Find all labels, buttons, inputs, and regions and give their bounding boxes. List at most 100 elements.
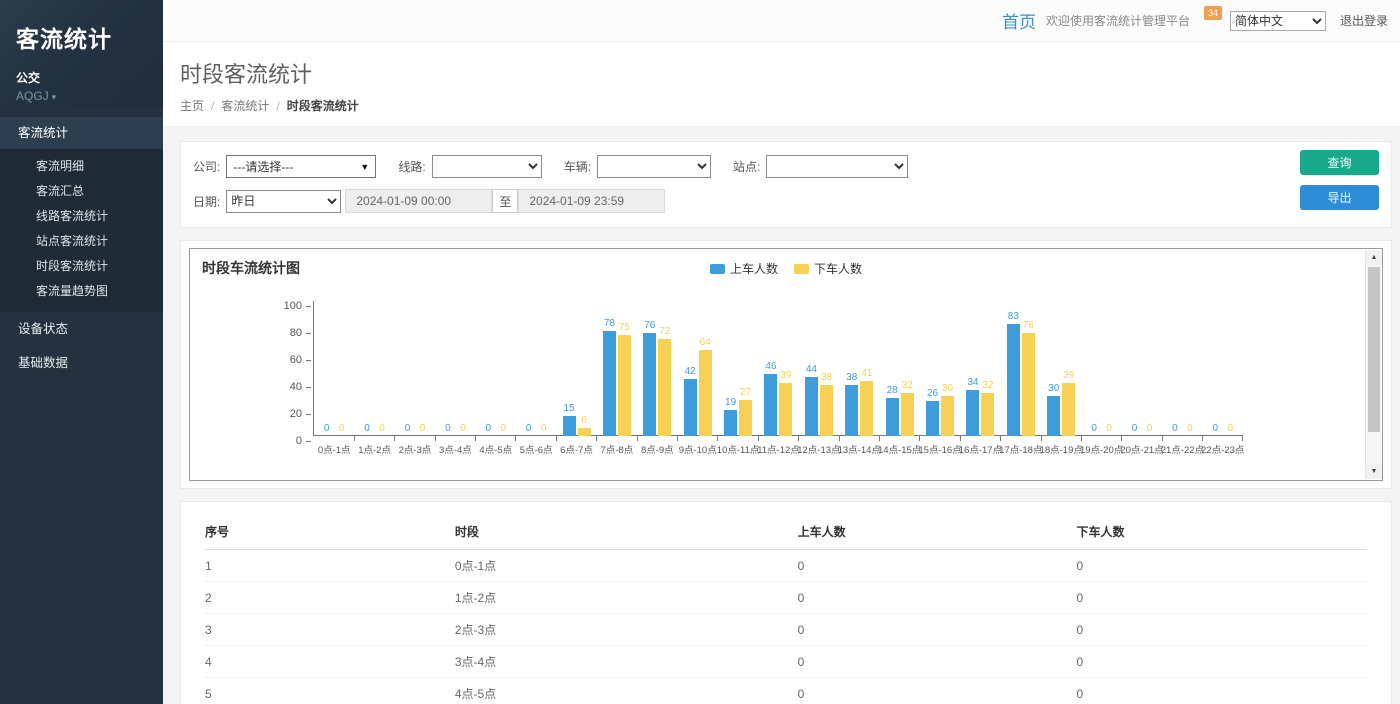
sidebar-item[interactable]: 基础数据: [0, 346, 163, 380]
bar-column: 32: [901, 381, 914, 436]
bar[interactable]: [1007, 324, 1020, 436]
line-select[interactable]: [432, 155, 542, 178]
company-select-value: ---请选择---: [233, 158, 293, 175]
x-axis-label: 9点-10点: [679, 442, 717, 456]
date-start-input[interactable]: [345, 189, 492, 213]
bar[interactable]: [966, 390, 979, 436]
bar-column: 0: [482, 424, 495, 436]
table-row[interactable]: 43点-4点00: [205, 646, 1367, 678]
bar[interactable]: [805, 377, 818, 436]
sidebar-subitem[interactable]: 时段客流统计: [0, 254, 163, 279]
bar[interactable]: [1022, 333, 1035, 436]
bar[interactable]: [886, 398, 899, 436]
sidebar-submenu: 客流明细客流汇总线路客流统计站点客流统计时段客流统计客流量趋势图: [0, 149, 163, 312]
table-cell: 1点-2点: [455, 582, 798, 614]
bar[interactable]: [724, 410, 737, 436]
bar[interactable]: [901, 393, 914, 436]
bar-column: 0: [416, 424, 429, 436]
logout-link[interactable]: 退出登录: [1340, 12, 1388, 29]
scroll-up-icon[interactable]: ▲: [1366, 250, 1382, 265]
bar-column: 38: [820, 373, 833, 436]
bar[interactable]: [658, 339, 671, 436]
language-select[interactable]: 简体中文: [1230, 11, 1326, 31]
table-row[interactable]: 10点-1点00: [205, 550, 1367, 582]
sidebar-menu: 客流统计 客流明细客流汇总线路客流统计站点客流统计时段客流统计客流量趋势图 设备…: [0, 117, 163, 380]
org-code-dropdown[interactable]: AQGJ▾: [16, 89, 147, 103]
bar[interactable]: [941, 396, 954, 437]
date-end-input[interactable]: [518, 189, 665, 213]
legend-item[interactable]: 下车人数: [794, 260, 862, 277]
bar[interactable]: [578, 428, 591, 436]
bar-value-label: 42: [685, 367, 696, 377]
title-block: 时段客流统计 主页/客流统计/时段客流统计: [163, 42, 1400, 127]
x-axis-label: 4点-5点: [479, 442, 512, 456]
bar[interactable]: [684, 379, 697, 436]
home-link[interactable]: 首页: [1002, 8, 1036, 33]
station-select[interactable]: [766, 155, 908, 178]
bar[interactable]: [603, 331, 616, 436]
table-cell: 1: [205, 550, 455, 582]
x-axis-label: 21点-22点: [1161, 442, 1204, 456]
sidebar-section-passenger-stats[interactable]: 客流统计: [0, 117, 163, 149]
sidebar-item[interactable]: 设备状态: [0, 312, 163, 346]
x-axis-label: 12点-13点: [797, 442, 840, 456]
sidebar-subitem[interactable]: 客流量趋势图: [0, 279, 163, 304]
breadcrumb-item[interactable]: 客流统计: [221, 99, 269, 113]
x-axis-label: 15点-16点: [918, 442, 961, 456]
table-header-cell: 下车人数: [1076, 514, 1367, 550]
bar[interactable]: [926, 401, 939, 436]
bar[interactable]: [1062, 383, 1075, 436]
table-cell: 0点-1点: [455, 550, 798, 582]
scrollbar-thumb[interactable]: [1368, 267, 1380, 432]
scroll-down-icon[interactable]: ▼: [1366, 464, 1382, 479]
bar[interactable]: [820, 385, 833, 436]
chart-scrollbar[interactable]: ▲ ▼: [1365, 250, 1381, 479]
bar[interactable]: [1047, 396, 1060, 437]
bar-value-label: 0: [364, 424, 370, 434]
bar[interactable]: [981, 393, 994, 436]
breadcrumb-item[interactable]: 主页: [180, 99, 204, 113]
bar[interactable]: [699, 350, 712, 436]
bar-column: 19: [724, 398, 737, 436]
org-code-label: AQGJ: [16, 89, 49, 103]
notification-badge[interactable]: 34: [1204, 6, 1222, 20]
bar[interactable]: [860, 381, 873, 436]
main-area: 首页 欢迎使用客流统计管理平台 34 简体中文 退出登录 时段客流统计 主页/客…: [163, 0, 1400, 704]
bar[interactable]: [739, 400, 752, 436]
table-row[interactable]: 21点-2点00: [205, 582, 1367, 614]
bar-column: 15: [563, 404, 576, 436]
bar[interactable]: [563, 416, 576, 436]
table-row[interactable]: 54点-5点00: [205, 678, 1367, 704]
sidebar-subitem[interactable]: 站点客流统计: [0, 229, 163, 254]
bar[interactable]: [764, 374, 777, 436]
query-button[interactable]: 查询: [1300, 150, 1379, 175]
legend-item[interactable]: 上车人数: [710, 260, 778, 277]
bar-column: 0: [1143, 424, 1156, 436]
chart-box: 时段车流统计图 上车人数下车人数 000点-1点001点-2点002点-3点00…: [189, 248, 1383, 481]
table-cell: 0: [798, 678, 1077, 704]
sidebar-subitem[interactable]: 客流汇总: [0, 179, 163, 204]
bar[interactable]: [779, 383, 792, 436]
bar-group: 1566点-7点: [556, 301, 596, 436]
company-select[interactable]: ---请选择--- ▼: [226, 155, 376, 178]
sidebar-subitem[interactable]: 客流明细: [0, 154, 163, 179]
sidebar-subitem[interactable]: 线路客流统计: [0, 204, 163, 229]
bar[interactable]: [845, 385, 858, 436]
bar-value-label: 0: [405, 424, 411, 434]
bar-group: 001点-2点: [354, 301, 394, 436]
bar[interactable]: [618, 335, 631, 436]
vehicle-select[interactable]: [597, 155, 711, 178]
table-cell: 3点-4点: [455, 646, 798, 678]
bar-value-label: 44: [806, 365, 817, 375]
x-axis-label: 17点-18点: [999, 442, 1042, 456]
table-cell: 0: [798, 614, 1077, 646]
table-row[interactable]: 32点-3点00: [205, 614, 1367, 646]
export-button[interactable]: 导出: [1300, 185, 1379, 210]
bar-group: 000点-1点: [314, 301, 354, 436]
dropdown-arrow-icon: ▼: [360, 162, 369, 172]
bar-group: 443812点-13点: [799, 301, 839, 436]
bar[interactable]: [643, 333, 656, 436]
date-label: 日期:: [193, 193, 220, 210]
table-header-cell: 序号: [205, 514, 455, 550]
date-preset-select[interactable]: 昨日: [226, 190, 341, 213]
